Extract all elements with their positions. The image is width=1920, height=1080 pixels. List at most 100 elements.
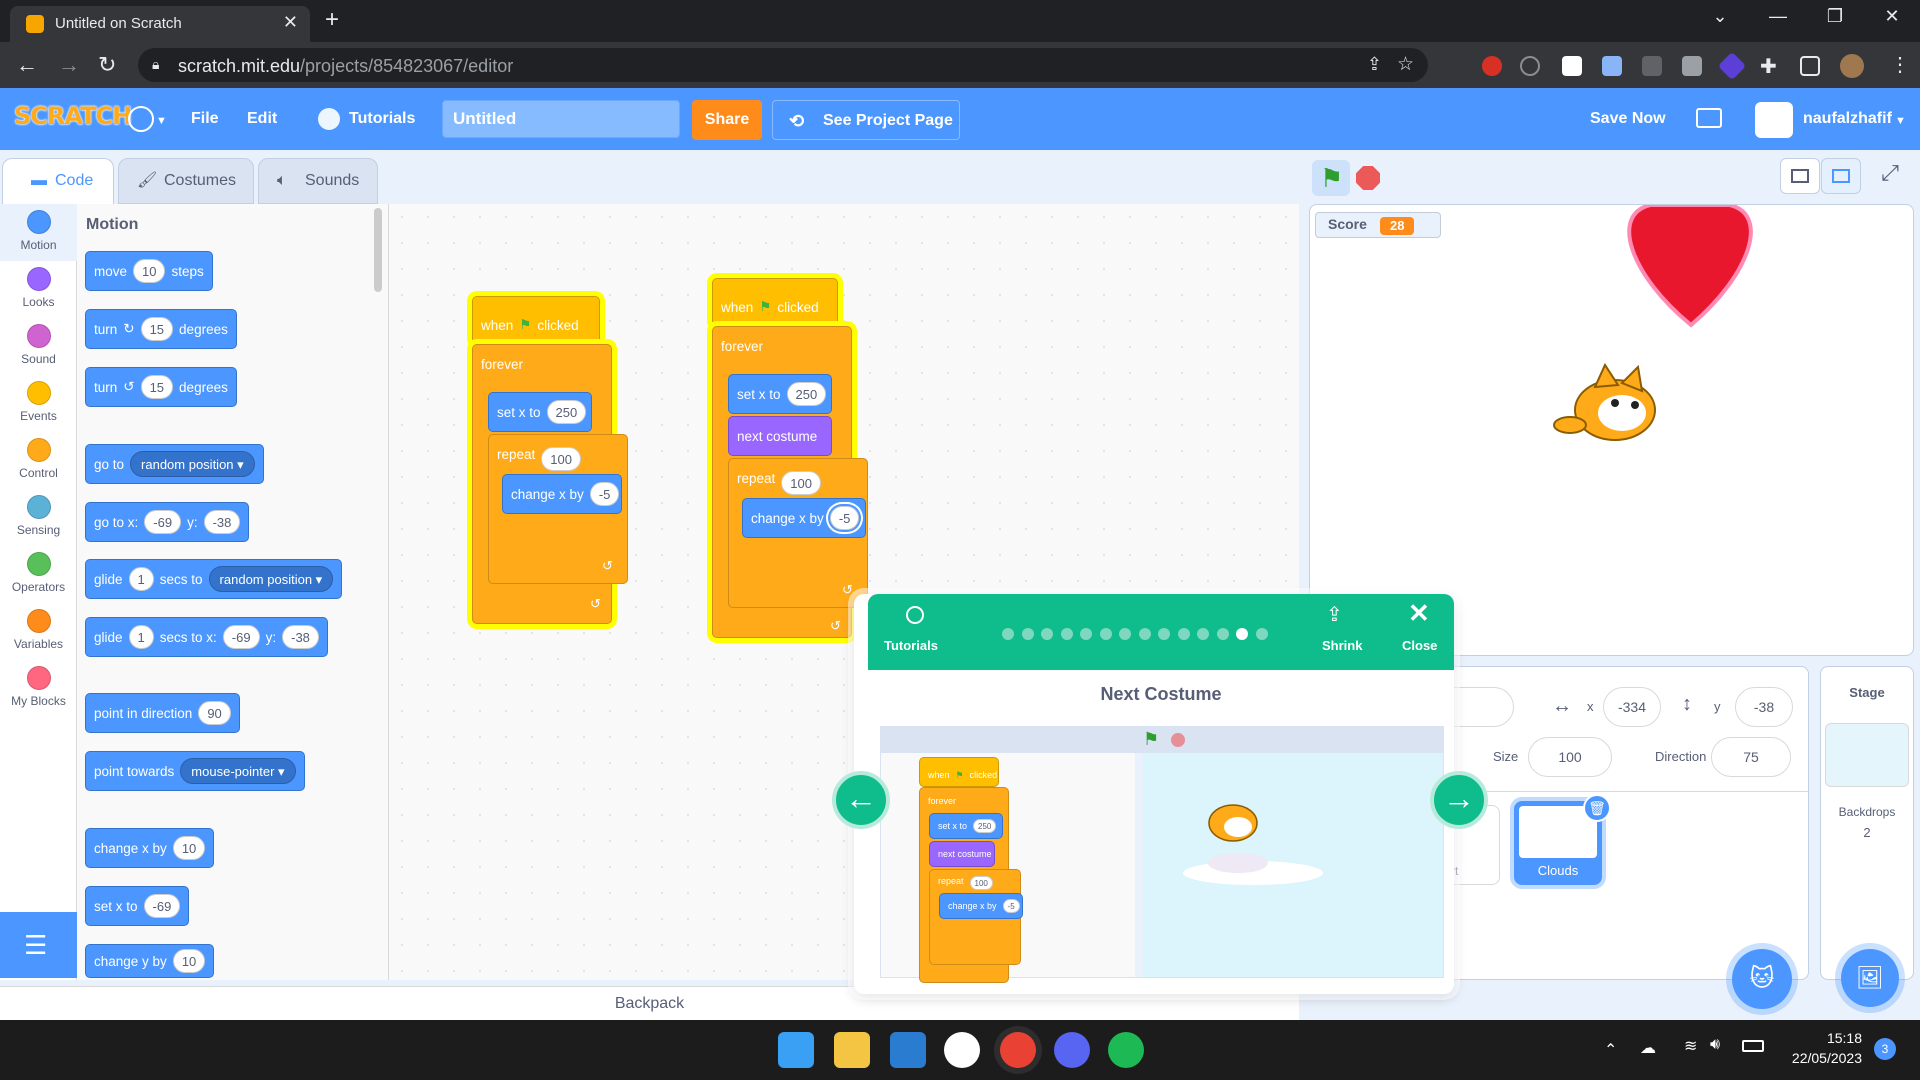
block-input[interactable]: 10 [172,949,206,973]
browser-menu-icon[interactable]: ⋮ [1890,52,1910,77]
extension-hand-icon[interactable] [1482,56,1502,76]
tutorial-next-button[interactable]: → [1430,771,1488,829]
block-input[interactable]: 15 [140,375,174,399]
tab-costumes[interactable]: 🖌︎ Costumes [118,158,254,204]
tutorial-step-dot[interactable] [1216,628,1229,640]
username[interactable]: naufalzhafif [1803,88,1892,150]
tutorial-step-dot[interactable] [1060,628,1073,640]
tutorial-step-dot[interactable] [1002,628,1014,640]
browser-tab[interactable]: Untitled on Scratch ✕ [10,6,310,42]
green-flag-button[interactable]: ⚑ [1312,160,1350,196]
tutorial-step-dot[interactable] [1255,628,1268,640]
category-variables[interactable]: Variables [0,603,77,660]
globe-language-icon[interactable] [128,106,154,132]
block-input[interactable]: 1 [128,567,154,591]
category-sound[interactable]: Sound [0,318,77,375]
block-glide-to-xy[interactable]: glide 1 secs to x: -69 y: -38 [85,617,328,657]
block-turn-right[interactable]: turn ↻ 15 degrees [85,309,237,349]
tutorial-step-dot[interactable] [1236,628,1248,640]
tray-chevron-icon[interactable]: ⌃ [1604,1040,1617,1060]
extension-circle-icon[interactable] [1520,56,1540,76]
block-change-y[interactable]: change y by 10 [85,944,215,978]
sprite-thumb-clouds[interactable]: Clouds 🗑︎ [1514,794,1611,885]
block-glide-to[interactable]: glide 1 secs to random position ▾ [85,559,343,599]
block-dropdown[interactable]: random position ▾ [208,566,334,592]
block-go-to-xy[interactable]: go to x: -69 y: -38 [85,502,250,542]
block-input[interactable]: -5 [589,482,620,506]
taskbar-clock[interactable]: 15:18 22/05/2023 [1766,1028,1862,1068]
share-page-icon[interactable]: ⇪ [1367,54,1382,75]
tab-search-icon[interactable]: ⌄ [1700,6,1740,27]
extension-doc-icon[interactable] [1602,56,1622,76]
onedrive-icon[interactable]: ☁ [1640,1038,1656,1058]
normal-stage-button[interactable] [1821,158,1861,194]
scratch-logo[interactable]: SCRATCH [14,102,132,130]
minimize-icon[interactable]: — [1758,6,1798,27]
my-stuff-folder-icon[interactable] [1696,108,1722,128]
project-title-input[interactable]: Untitled [442,100,680,138]
palette-scrollbar[interactable] [374,208,382,292]
volume-icon[interactable]: 🔊︎ [1710,1036,1720,1054]
block-dropdown[interactable]: random position ▾ [130,451,255,477]
side-panel-icon[interactable] [1800,56,1820,76]
block-point-towards[interactable]: point towards mouse-pointer ▾ [85,751,305,791]
account-caret-icon[interactable]: ▼ [1895,115,1906,127]
category-control[interactable]: Control [0,432,77,489]
discord-icon[interactable] [1054,1032,1090,1068]
tab-close-icon[interactable]: ✕ [283,12,298,33]
category-operators[interactable]: Operators [0,546,77,603]
tutorial-prev-button[interactable]: ← [832,771,890,829]
edit-menu[interactable]: Edit [247,88,277,150]
chrome-icon[interactable] [1000,1032,1036,1068]
tutorial-close-button[interactable]: Close [1402,638,1437,653]
tutorial-step-dot[interactable] [1099,628,1112,640]
block-input[interactable]: 250 [546,400,587,424]
block-input[interactable]: 90 [198,701,231,725]
set-x-block[interactable]: set x to 250 [488,392,592,432]
set-x-block[interactable]: set x to 250 [728,374,832,414]
change-x-block[interactable]: change x by -5 [502,474,622,514]
direction-input[interactable]: 75 [1711,737,1791,777]
extension-b-icon[interactable] [1562,56,1582,76]
tab-sounds[interactable]: 🔈︎ Sounds [258,158,378,204]
block-go-to[interactable]: go to random position ▾ [85,444,264,484]
tutorial-step-dot[interactable] [1119,628,1131,640]
block-point-in-direction[interactable]: point in direction 90 [85,693,240,733]
when-flag-clicked-block[interactable]: when ⚑ clicked [472,296,600,344]
block-input[interactable]: -38 [203,510,241,534]
tab-code[interactable]: ▬ Code [2,158,114,204]
close-window-icon[interactable]: ✕ [1872,6,1912,27]
score-monitor[interactable]: Score 28 [1315,212,1441,238]
spotify-icon[interactable] [1108,1032,1144,1068]
back-icon[interactable]: ← [16,52,38,78]
category-sensing[interactable]: Sensing [0,489,77,546]
add-extension-button[interactable]: ☰ [0,912,77,978]
address-bar[interactable]: 🔒︎ scratch.mit.edu/projects/854823067/ed… [138,48,1428,82]
file-menu[interactable]: File [191,88,219,150]
tutorial-step-dot[interactable] [1158,628,1170,640]
tutorial-shrink-button[interactable]: Shrink [1322,638,1362,653]
stage-thumbnail[interactable] [1825,723,1909,787]
user-avatar[interactable] [1755,102,1793,138]
tutorial-step-dot[interactable] [1021,628,1034,640]
tutorial-step-dot[interactable] [1197,628,1209,640]
block-input[interactable]: 100 [541,447,581,471]
share-button[interactable]: Share [692,100,762,140]
extensions-puzzle-icon[interactable]: ✚ [1760,54,1777,79]
stage-target-pane[interactable]: Stage Backdrops 2 🖼︎ [1820,666,1914,1007]
block-set-x[interactable]: set x to -69 [85,886,190,926]
save-now-button[interactable]: Save Now [1590,88,1666,150]
see-project-page-button[interactable]: ⟲ See Project Page [772,100,960,140]
category-events[interactable]: Events [0,375,77,432]
block-move-steps[interactable]: move 10 steps [85,251,213,291]
block-input[interactable]: 100 [781,471,821,495]
block-input[interactable]: -5 [829,506,860,530]
tutorial-step-dot[interactable] [1177,628,1190,640]
block-input[interactable]: -69 [144,510,182,534]
block-dropdown[interactable]: mouse-pointer ▾ [180,758,296,784]
block-input[interactable]: -38 [282,625,319,649]
choose-backdrop-button[interactable]: 🖼︎ [1841,949,1899,1007]
vscode-icon[interactable] [890,1032,926,1068]
when-flag-clicked-block[interactable]: when ⚑ clicked [712,278,838,326]
block-input[interactable]: 10 [172,836,206,860]
